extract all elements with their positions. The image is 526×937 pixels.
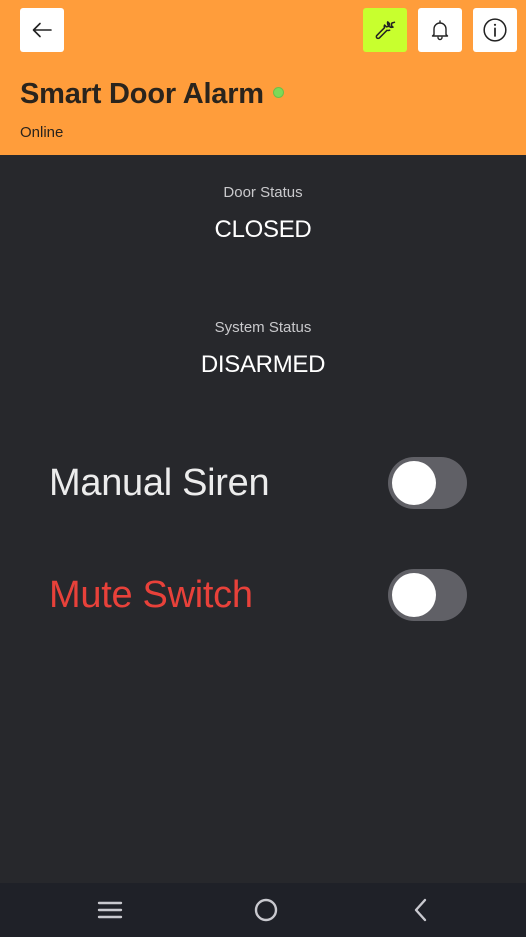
manual-siren-row: Manual Siren — [49, 455, 467, 511]
home-circle-icon — [254, 898, 278, 922]
settings-wrench-button[interactable] — [363, 8, 407, 52]
arrow-left-icon — [32, 22, 52, 38]
app-header: Smart Door Alarm Online — [0, 0, 526, 155]
mute-switch-label: Mute Switch — [49, 573, 253, 616]
door-status-label: Door Status — [223, 184, 303, 201]
info-icon — [483, 18, 507, 42]
manual-siren-label: Manual Siren — [49, 461, 270, 504]
info-button[interactable] — [473, 8, 517, 52]
system-status: System Status DISARMED — [0, 319, 526, 379]
wrench-icon — [375, 21, 396, 40]
mute-switch-row: Mute Switch — [49, 567, 467, 623]
menu-icon — [97, 901, 123, 919]
system-status-value: DISARMED — [200, 351, 326, 378]
notifications-button[interactable] — [418, 8, 462, 52]
system-nav-bar — [0, 883, 526, 937]
back-chevron-icon — [414, 898, 427, 922]
title-row: Smart Door Alarm — [20, 74, 284, 114]
toggle-knob — [392, 461, 436, 505]
page-title: Smart Door Alarm — [20, 77, 264, 110]
recent-apps-button[interactable] — [94, 894, 126, 926]
toggle-knob — [392, 573, 436, 617]
system-back-button[interactable] — [405, 894, 437, 926]
online-status-dot — [272, 86, 284, 98]
connection-status: Online — [20, 124, 64, 141]
home-button[interactable] — [250, 894, 282, 926]
door-status: Door Status CLOSED — [0, 184, 526, 244]
door-status-value: CLOSED — [214, 216, 312, 243]
back-button[interactable] — [20, 8, 64, 52]
system-status-label: System Status — [214, 319, 312, 336]
manual-siren-toggle[interactable] — [388, 457, 467, 509]
bell-icon — [431, 20, 449, 41]
mute-switch-toggle[interactable] — [388, 569, 467, 621]
